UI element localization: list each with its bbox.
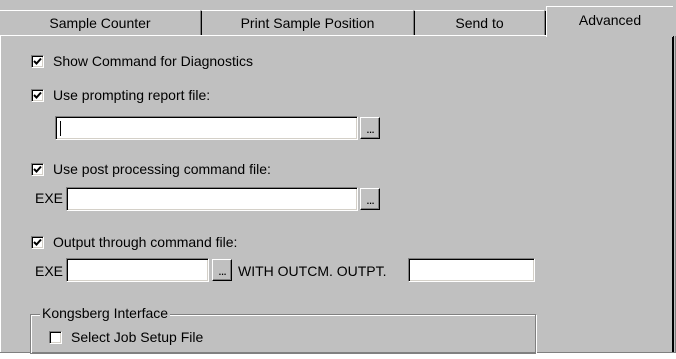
tab-print-sample-position[interactable]: Print Sample Position [202,10,415,35]
show-command-checkbox[interactable] [31,55,44,68]
text-caret [60,121,61,136]
post-processing-label: Use post processing command file: [53,161,271,177]
tab-print-sample-position-label: Print Sample Position [240,15,375,31]
post-processing-field[interactable] [66,187,358,211]
select-job-setup-checkbox[interactable] [49,331,62,344]
checkmark-icon [33,91,42,99]
tab-baseline [0,35,548,36]
output-through-label: Output through command file: [53,234,238,250]
prompting-report-field[interactable] [55,116,358,140]
checkmark-icon [33,238,42,246]
tab-sample-counter[interactable]: Sample Counter [0,10,202,35]
prompting-report-label: Use prompting report file: [53,87,211,103]
tab-advanced-label: Advanced [578,12,642,28]
output-through-browse-button[interactable]: ... [212,259,232,281]
show-command-label: Show Command for Diagnostics [53,53,253,69]
tab-sample-counter-label: Sample Counter [49,15,151,31]
output-through-field[interactable] [66,258,209,282]
with-outcm-outpt-label: WITH OUTCM. OUTPT. [238,263,387,279]
post-processing-checkbox[interactable] [31,163,44,176]
select-job-setup-label: Select Job Setup File [71,329,204,345]
checkmark-icon [33,165,42,173]
prompting-report-checkbox[interactable] [31,89,44,102]
output-through-checkbox[interactable] [31,236,44,249]
kongsberg-interface-label: Kongsberg Interface [40,305,171,321]
output-through-exe-label: EXE [35,263,64,279]
tab-advanced[interactable]: Advanced [546,6,673,37]
checkmark-icon [33,57,42,65]
tab-send-to-label: Send to [455,15,504,31]
panel-right-frame [672,36,674,352]
post-processing-exe-label: EXE [35,190,64,206]
post-processing-browse-button[interactable]: ... [360,188,380,210]
panel-left-edge [0,36,1,352]
outpt-field[interactable] [408,258,535,282]
tab-send-to[interactable]: Send to [415,10,546,35]
prompting-report-browse-button[interactable]: ... [360,117,380,139]
